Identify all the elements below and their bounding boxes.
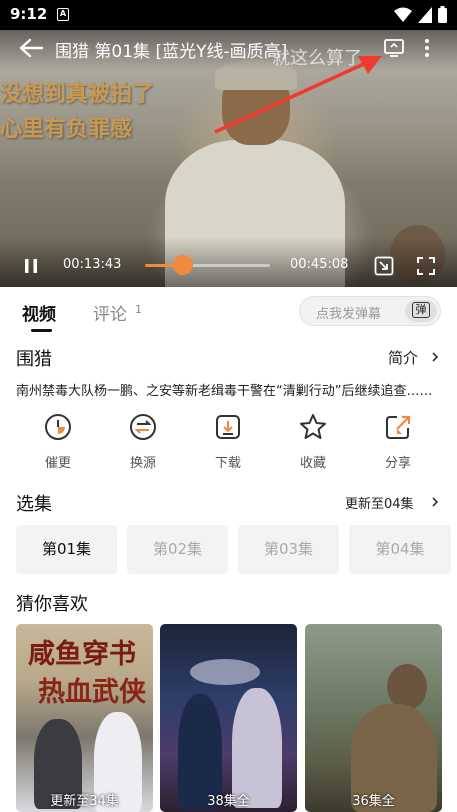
fullscreen-icon[interactable]	[416, 256, 436, 276]
action-label: 下载	[214, 456, 241, 471]
cast-icon[interactable]	[384, 39, 404, 57]
poster-badge: 38集全	[207, 794, 250, 809]
recommend-card[interactable]: 36集全	[305, 624, 442, 812]
episode-item[interactable]: 第01集	[16, 525, 117, 574]
more-options-icon[interactable]	[417, 37, 437, 59]
video-subtitle-line-2: 心里有负罪感	[0, 117, 133, 142]
recommend-card[interactable]: 38集全	[160, 624, 297, 812]
favorite-button[interactable]: 收藏	[283, 412, 343, 471]
episodes-update-link[interactable]: 更新至04集	[345, 493, 414, 512]
danmu-placeholder: 点我发弹幕	[316, 307, 382, 322]
clock-icon	[45, 414, 71, 440]
action-label: 收藏	[299, 456, 326, 471]
video-subtitle-line-1: 没想到真被拍了	[0, 82, 155, 107]
video-player[interactable]: 没想到真被拍了 心里有负罪感 围猎 第01集 [蓝光Y线-画质高] 就这么算了 …	[0, 30, 457, 287]
episode-item[interactable]: 第03集	[238, 525, 339, 574]
chevron-right-icon[interactable]	[431, 497, 439, 507]
tab-active-indicator	[31, 329, 52, 332]
download-icon	[216, 415, 240, 439]
poster-title-line-1: 咸鱼穿书	[28, 639, 136, 670]
sim-icon: A	[57, 8, 69, 21]
action-label: 换源	[129, 456, 156, 471]
battery-icon	[438, 6, 447, 23]
poster-badge: 36集全	[352, 794, 395, 809]
comment-count: 1	[135, 303, 142, 316]
progress-track[interactable]	[145, 255, 270, 275]
remind-update-button[interactable]: 催更	[28, 412, 88, 471]
wifi-icon	[394, 7, 412, 22]
status-bar: 9:12 A	[0, 0, 457, 30]
chevron-right-icon[interactable]	[431, 352, 439, 362]
action-bar: 催更 换源 下载 收藏 分享	[0, 412, 457, 482]
show-description: 南州禁毒大队杨一鹏、之安等新老缉毒干警在“清剿行动”后继续追查……	[16, 384, 433, 399]
share-icon	[386, 415, 411, 439]
detail-tabs: 视频 评论 1 点我发弹幕 弹	[0, 287, 457, 335]
switch-source-button[interactable]: 换源	[113, 412, 173, 471]
danmu-input[interactable]: 点我发弹幕 弹	[299, 296, 441, 326]
episodes-title: 选集	[16, 494, 52, 515]
system-icons	[394, 6, 447, 23]
action-label: 催更	[44, 456, 71, 471]
show-title: 围猎	[16, 349, 52, 370]
status-time: 9:12	[10, 5, 48, 23]
danmu-toggle-button[interactable]: 弹	[405, 300, 437, 322]
share-button[interactable]: 分享	[368, 412, 428, 471]
download-button[interactable]: 下载	[198, 412, 258, 471]
pause-icon[interactable]	[22, 257, 40, 275]
danmu-icon: 弹	[412, 302, 430, 318]
star-icon	[300, 414, 326, 439]
current-time: 00:13:43	[63, 257, 122, 272]
picture-in-picture-icon[interactable]	[374, 256, 394, 276]
poster-badge: 更新至34集	[50, 794, 119, 809]
poster-title-line-2: 热血武侠	[38, 677, 146, 708]
action-label: 分享	[384, 456, 411, 471]
progress-knob[interactable]	[173, 255, 193, 275]
video-top-overlay-text: 就这么算了	[272, 48, 362, 69]
back-arrow-icon[interactable]	[18, 37, 44, 59]
poster-figure	[190, 659, 260, 685]
recommend-title: 猜你喜欢	[16, 594, 88, 615]
signal-icon	[418, 6, 432, 23]
video-title: 围猎 第01集 [蓝光Y线-画质高]	[55, 42, 288, 62]
tab-video[interactable]: 视频	[22, 300, 56, 325]
recommend-card[interactable]: 咸鱼穿书 热血武侠 更新至34集	[16, 624, 153, 812]
switch-source-icon	[130, 414, 156, 440]
episode-item[interactable]: 第02集	[127, 525, 228, 574]
episode-item[interactable]: 第04集	[349, 525, 451, 574]
tab-comments[interactable]: 评论	[93, 300, 127, 325]
intro-link[interactable]: 简介	[388, 347, 418, 368]
total-time: 00:45:08	[290, 257, 349, 272]
